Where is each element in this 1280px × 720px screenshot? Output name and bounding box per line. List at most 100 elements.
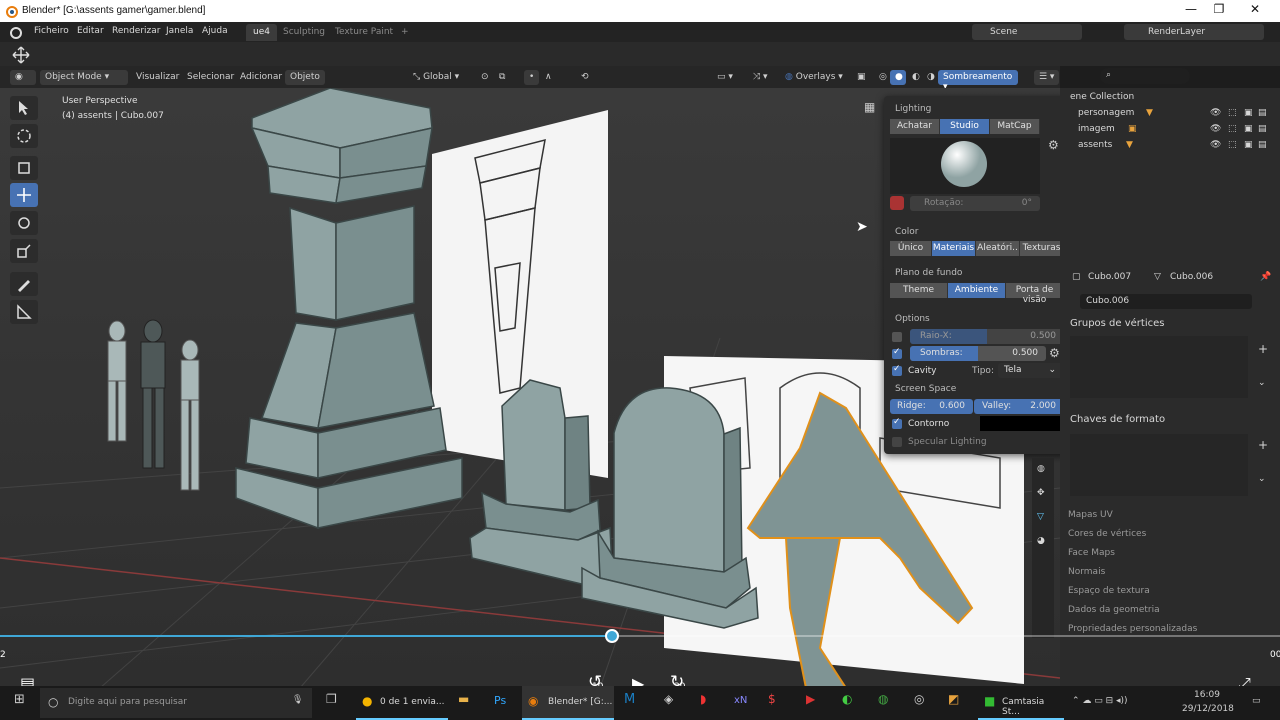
outliner-item-imagem[interactable]: imagem ▣ 👁 ⬚ ▣ ▤ xyxy=(1060,124,1280,140)
unity-icon[interactable]: ◗ xyxy=(700,692,706,706)
overlays-toggle[interactable]: ◍ Overlays ▾ xyxy=(780,70,848,85)
cursor-tool-button[interactable] xyxy=(10,124,38,148)
menu-selecionar[interactable]: Selecionar xyxy=(182,70,239,85)
material-tab-icon[interactable]: ◕ xyxy=(1037,536,1045,546)
menu-renderizar[interactable]: Renderizar xyxy=(112,26,160,36)
rotation-field[interactable]: Rotação: 0° xyxy=(910,196,1040,211)
color-unico[interactable]: Único xyxy=(890,241,932,256)
constraints-tab-icon[interactable]: ✥ xyxy=(1037,488,1045,498)
chevron-down-icon[interactable]: ⌄ xyxy=(1258,378,1266,388)
mesh-breadcrumb[interactable]: Cubo.006 xyxy=(1170,272,1213,282)
substance-icon[interactable]: $ xyxy=(768,692,776,706)
select-icon[interactable]: ⬚ xyxy=(1228,124,1237,134)
snap-icon[interactable]: ⧉ xyxy=(494,70,510,85)
rotate-tool-button[interactable] xyxy=(10,211,38,235)
maps-icon[interactable]: ◍ xyxy=(878,692,888,706)
scene-selector[interactable]: Scene xyxy=(972,24,1082,40)
background-theme[interactable]: Theme xyxy=(890,283,948,298)
section-geometry-data[interactable]: Dados da geometria xyxy=(1068,605,1160,615)
move-tool-icon[interactable] xyxy=(12,46,30,64)
camera-grid-icon[interactable]: ▦ xyxy=(864,100,875,114)
transform-icon[interactable]: ⟲ xyxy=(576,70,594,85)
studio-light-preview[interactable] xyxy=(890,138,1040,194)
select-icon[interactable]: ⬚ xyxy=(1228,108,1237,118)
editor-type-button[interactable]: ◉ xyxy=(10,70,36,85)
unreal-icon[interactable]: ◎ xyxy=(914,692,924,706)
lighting-matcap[interactable]: MatCap xyxy=(990,119,1040,134)
camera-icon[interactable]: ▤ xyxy=(1258,140,1267,150)
browser-icon[interactable]: ◐ xyxy=(842,692,852,706)
taskbar-search-input[interactable]: ○ Digite aqui para pesquisar 🎙 xyxy=(40,688,312,718)
section-uv-maps[interactable]: Mapas UV xyxy=(1068,510,1113,520)
xnormal-icon[interactable]: xN xyxy=(734,695,747,706)
background-viewport[interactable]: Porta de visão xyxy=(1006,283,1064,305)
outliner-search-input[interactable]: ⌕ xyxy=(1100,68,1190,84)
physics-tab-icon[interactable]: ◍ xyxy=(1037,464,1045,474)
camera-icon[interactable]: ▤ xyxy=(1258,124,1267,134)
mesh-data-tab-icon[interactable]: ▽ xyxy=(1037,512,1044,522)
lighting-studio[interactable]: Studio xyxy=(940,119,990,134)
outliner-filter-icon[interactable]: ☰ ▾ xyxy=(1034,70,1060,85)
menu-ajuda[interactable]: Ajuda xyxy=(202,26,228,36)
taskbar-chrome[interactable]: ● 0 de 1 envia... xyxy=(356,686,448,720)
add-workspace-button[interactable]: + xyxy=(394,24,416,41)
photoshop-icon[interactable]: Ps xyxy=(494,694,506,707)
solid-shading-icon[interactable]: ● xyxy=(890,70,906,85)
taskbar-camtasia[interactable]: ■ Camtasia St... xyxy=(978,686,1064,720)
section-vertex-colors[interactable]: Cores de vértices xyxy=(1068,529,1146,539)
taskbar-blender[interactable]: ◉ Blender* [G:... xyxy=(522,686,614,720)
transform-tool-button[interactable] xyxy=(10,156,38,180)
close-button[interactable]: ✕ xyxy=(1240,2,1270,16)
shadows-slider[interactable]: Sombras: 0.500 xyxy=(910,346,1046,361)
cavity-checkbox[interactable] xyxy=(892,364,902,376)
eye-icon[interactable]: 👁 xyxy=(1210,124,1221,134)
shading-dropdown[interactable]: Sombreamento ▾ xyxy=(938,70,1018,92)
shape-keys-list[interactable] xyxy=(1070,434,1248,496)
clock-time[interactable]: 16:09 xyxy=(1194,690,1220,700)
menu-ficheiro[interactable]: Ficheiro xyxy=(34,26,69,36)
menu-visualizar[interactable]: Visualizar xyxy=(131,70,184,85)
scale-tool-button[interactable] xyxy=(10,239,38,263)
video-progress-bar[interactable] xyxy=(0,629,1280,643)
start-windows-icon[interactable]: ⊞ xyxy=(14,692,25,707)
menu-adicionar[interactable]: Adicionar xyxy=(235,70,287,85)
render-icon[interactable]: ▣ xyxy=(1244,108,1253,118)
render-icon[interactable]: ▣ xyxy=(1244,124,1253,134)
proportional-icon[interactable]: • xyxy=(524,70,540,85)
minimize-button[interactable]: — xyxy=(1176,2,1206,16)
outline-checkbox[interactable] xyxy=(892,417,902,429)
tab-ue4[interactable]: ue4 xyxy=(246,24,277,41)
renderlayer-selector[interactable]: RenderLayer xyxy=(1124,24,1264,40)
section-normals[interactable]: Normais xyxy=(1068,567,1105,577)
chevron-down-icon[interactable]: ⌄ xyxy=(1258,474,1266,484)
task-view-icon[interactable]: ❐ xyxy=(326,692,337,706)
orientation-dropdown[interactable]: ⤡ Global ▾ xyxy=(408,70,464,85)
object-breadcrumb[interactable]: Cubo.007 xyxy=(1088,272,1131,282)
maximize-button[interactable]: ❐ xyxy=(1204,2,1234,16)
annotate-tool-button[interactable] xyxy=(10,272,38,296)
media-icon[interactable]: ▶ xyxy=(806,692,815,706)
clock-date[interactable]: 29/12/2018 xyxy=(1182,704,1234,714)
outliner-item-assents[interactable]: assents ▼ 👁 ⬚ ▣ ▤ xyxy=(1060,140,1280,156)
mode-dropdown[interactable]: Object Mode ▾ xyxy=(40,70,128,85)
progress-handle[interactable] xyxy=(604,629,619,643)
tab-sculpting[interactable]: Sculpting xyxy=(276,24,332,41)
lighting-achatar[interactable]: Achatar xyxy=(890,119,940,134)
outline-color-swatch[interactable] xyxy=(980,416,1064,431)
app-icon[interactable]: ◈ xyxy=(664,692,673,706)
color-aleatorio[interactable]: Aleatóri.. xyxy=(976,241,1020,256)
eye-icon[interactable]: 👁 xyxy=(1210,108,1221,118)
ridge-field[interactable]: Ridge: 0.600 xyxy=(890,399,973,414)
outliner-item-personagem[interactable]: personagem ▼ 👁 ⬚ ▣ ▤ xyxy=(1060,108,1280,124)
xray-slider[interactable]: Raio-X: 0.500 xyxy=(910,329,1064,344)
color-materiais[interactable]: Materiais xyxy=(932,241,976,256)
world-rotate-icon[interactable] xyxy=(890,196,904,210)
shadow-settings-gear-icon[interactable]: ⚙ xyxy=(1049,346,1060,360)
menu-objeto[interactable]: Objeto xyxy=(285,70,325,85)
xray-toggle-icon[interactable]: ▣ xyxy=(852,70,871,85)
outliner-root[interactable]: ene Collection xyxy=(1060,92,1280,108)
menu-janela[interactable]: Janela xyxy=(166,26,193,36)
system-tray-icons[interactable]: ⌃ ☁ ▭ ⊟ ◂)) xyxy=(1072,696,1128,706)
specular-checkbox[interactable] xyxy=(892,437,902,447)
pin-icon[interactable]: 📌 xyxy=(1260,272,1271,282)
